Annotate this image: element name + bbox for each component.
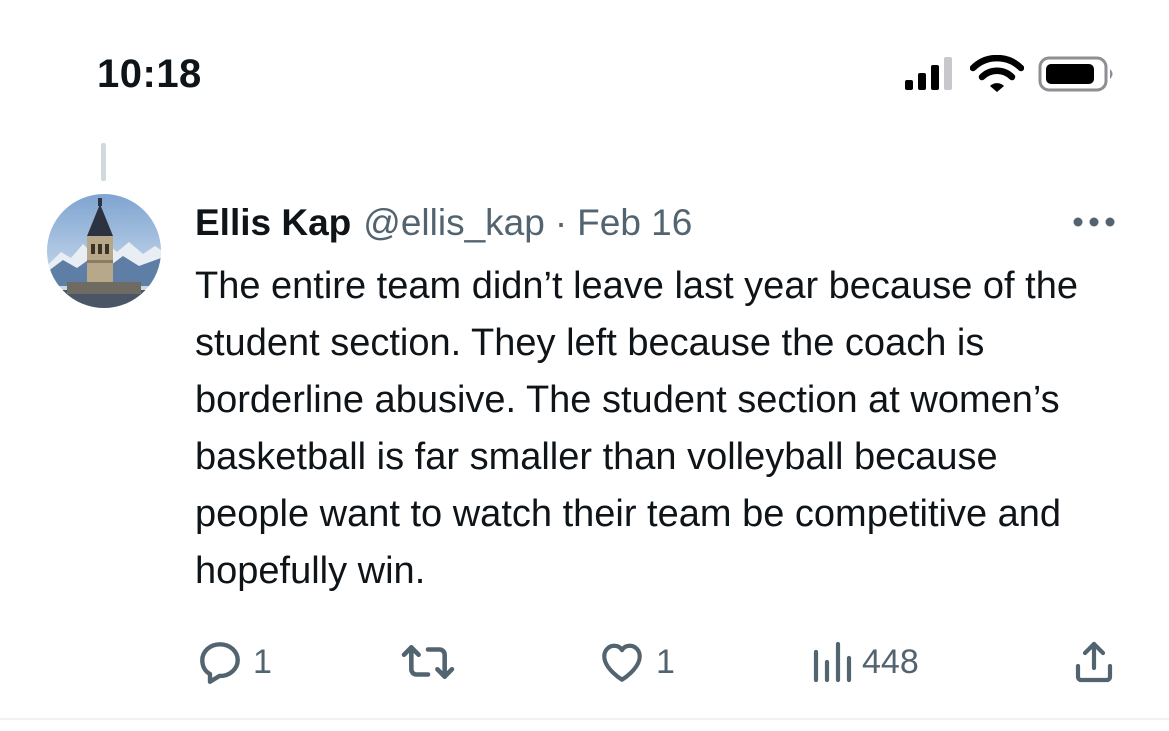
view-count: 448 — [862, 642, 919, 681]
views-button[interactable]: 448 — [810, 632, 919, 692]
tweet-header: Ellis Kap @ellis_kap · Feb 16 — [195, 200, 692, 246]
bottom-divider — [0, 718, 1169, 720]
like-button[interactable]: 1 — [596, 632, 675, 692]
tweet-date[interactable]: Feb 16 — [577, 200, 692, 246]
separator-dot: · — [554, 202, 568, 243]
avatar[interactable] — [47, 194, 161, 308]
more-options-icon[interactable] — [1070, 212, 1118, 232]
status-time: 10:18 — [97, 52, 202, 96]
reply-button[interactable]: 1 — [195, 632, 272, 692]
retweet-button[interactable] — [400, 632, 464, 692]
retweet-icon — [401, 645, 455, 679]
author-handle[interactable]: @ellis_kap — [363, 200, 545, 246]
battery-icon — [1038, 56, 1113, 92]
signal-icon — [905, 57, 952, 90]
views-chart-icon — [813, 641, 852, 683]
tweet-actions-bar: 1 1 448 — [0, 632, 1169, 692]
author-display-name[interactable]: Ellis Kap — [195, 200, 351, 246]
thread-connector-line — [101, 143, 106, 181]
wifi-icon — [970, 55, 1024, 92]
tweet-text: The entire team didn’t leave last year b… — [195, 265, 1078, 592]
share-button[interactable] — [1070, 632, 1118, 692]
share-icon — [1075, 641, 1113, 683]
reply-icon — [200, 642, 240, 684]
like-count: 1 — [656, 642, 675, 681]
heart-icon — [602, 643, 642, 682]
reply-count: 1 — [253, 642, 272, 681]
